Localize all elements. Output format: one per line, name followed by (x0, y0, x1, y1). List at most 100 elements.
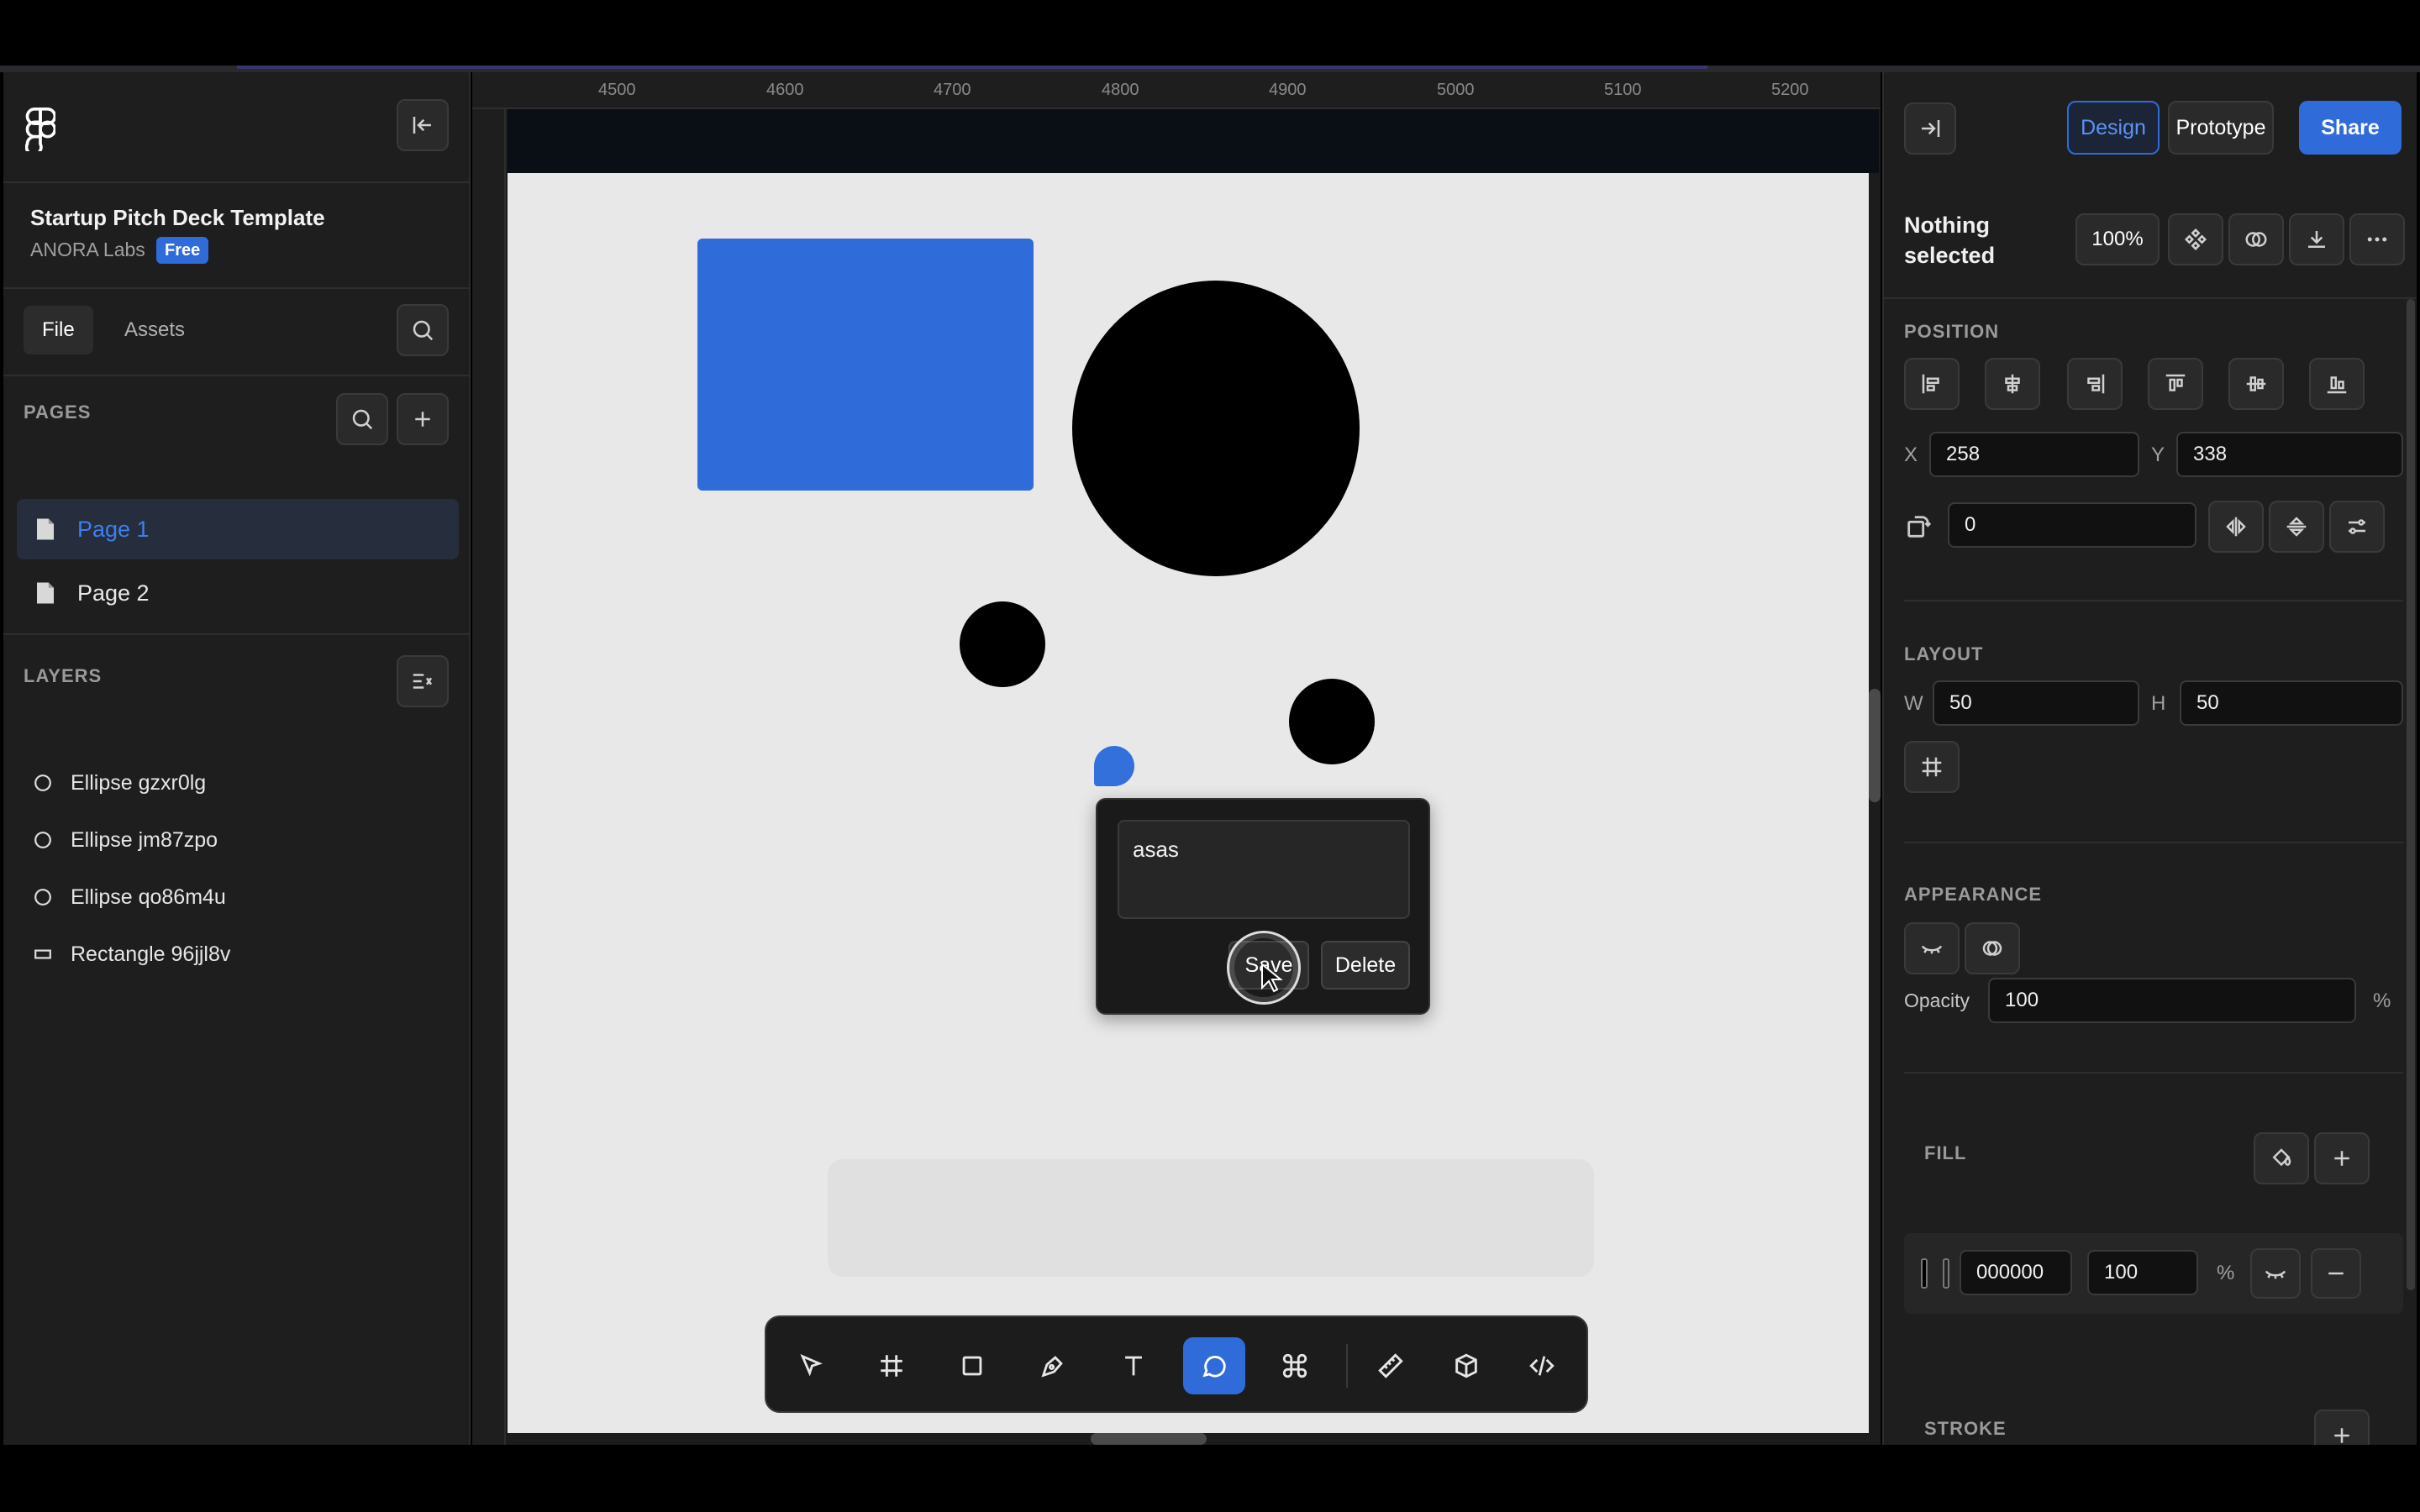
height-input[interactable]: 50 (2180, 680, 2403, 726)
vertical-scrollbar[interactable] (1869, 689, 1881, 802)
divider (1904, 600, 2403, 601)
visibility-toggle-button[interactable] (1904, 922, 1960, 974)
design-tab-button[interactable]: Design (2067, 101, 2160, 155)
fill-style-button[interactable] (2254, 1132, 2309, 1184)
share-button[interactable]: Share (2299, 101, 2402, 155)
rotation-input[interactable]: 0 (1948, 502, 2196, 548)
search-button[interactable] (397, 304, 449, 356)
page-icon (37, 582, 54, 604)
collapse-right-icon (1922, 120, 1940, 137)
command-tool-button[interactable] (1264, 1337, 1326, 1394)
right-sidebar: Design Prototype Share Nothing selected … (1882, 72, 2417, 1445)
minus-icon (2328, 1272, 2344, 1275)
select-tool-button[interactable] (780, 1337, 842, 1394)
ellipse-shape-small[interactable] (1289, 679, 1375, 764)
more-options-button[interactable] (2349, 213, 2405, 265)
align-center-v-button[interactable] (2228, 358, 2284, 410)
pages-section-label: PAGES (24, 402, 92, 423)
app-logo-icon[interactable] (25, 108, 67, 166)
align-center-h-button[interactable] (1985, 358, 2040, 410)
left-ruler (472, 109, 506, 1445)
opacity-input[interactable]: 100 (1988, 978, 2356, 1023)
comment-icon (1202, 1356, 1226, 1378)
appearance-section-label: APPEARANCE (1904, 884, 2043, 905)
page-item-page-2[interactable]: Page 2 (17, 563, 459, 623)
sliders-icon (2349, 519, 2365, 534)
eye-closed-icon (1921, 945, 1943, 954)
ruler-tick: 4800 (1102, 81, 1139, 99)
add-fill-button[interactable] (2314, 1132, 2370, 1184)
comment-tool-button[interactable] (1183, 1337, 1245, 1394)
project-title[interactable]: Startup Pitch Deck Template (30, 205, 325, 231)
list-collapse-icon (413, 674, 433, 689)
export-button[interactable] (2289, 213, 2344, 265)
text-tool-button[interactable] (1102, 1337, 1165, 1394)
fill-hex-input[interactable]: 000000 (1960, 1250, 2072, 1295)
divider (3, 633, 471, 635)
width-input[interactable]: 50 (1933, 680, 2139, 726)
layer-item[interactable]: Rectangle 96jjl8v (32, 937, 230, 971)
plus-icon (415, 412, 430, 427)
align-left-button[interactable] (1904, 358, 1960, 410)
boolean-button[interactable] (2228, 213, 2284, 265)
align-right-button[interactable] (2067, 358, 2123, 410)
panel-scrollbar[interactable] (2407, 299, 2415, 1290)
transform-options-button[interactable] (2329, 501, 2385, 553)
frame-tool-button[interactable] (860, 1337, 923, 1394)
align-top-button[interactable] (2148, 358, 2203, 410)
align-center-horizontal-icon (2005, 374, 2020, 394)
flip-horizontal-button[interactable] (2208, 501, 2264, 553)
prototype-tab-button[interactable]: Prototype (2168, 101, 2274, 155)
fill-color-swatch-alt[interactable] (1943, 1258, 1949, 1289)
expand-panel-button[interactable] (1904, 102, 1956, 155)
ellipse-shape-small[interactable] (960, 601, 1045, 687)
component-button[interactable] (2168, 213, 2223, 265)
remove-fill-button[interactable] (2311, 1248, 2361, 1299)
flip-vertical-button[interactable] (2269, 501, 2324, 553)
tab-assets[interactable]: Assets (106, 306, 203, 354)
code-tool-button[interactable] (1511, 1337, 1573, 1394)
add-page-button[interactable] (397, 393, 449, 445)
rectangle-tool-button[interactable] (941, 1337, 1003, 1394)
ellipse-shape-large[interactable] (1072, 281, 1360, 576)
layer-item[interactable]: Ellipse jm87zpo (32, 823, 218, 857)
3d-tool-button[interactable] (1435, 1337, 1497, 1394)
opacity-label: Opacity (1904, 990, 1970, 1011)
position-section-label: POSITION (1904, 321, 2000, 342)
layer-item[interactable]: Ellipse gzxr0lg (32, 766, 206, 800)
screen-top-bar (0, 0, 2420, 67)
layer-item[interactable]: Ellipse qo86m4u (32, 880, 226, 914)
ruler-tick: 4500 (598, 81, 636, 99)
fill-color-swatch[interactable] (1921, 1258, 1928, 1289)
opacity-unit: % (2373, 990, 2391, 1012)
frame-icon (1922, 757, 1942, 777)
flip-horizontal-icon (2226, 517, 2246, 537)
y-input[interactable]: 338 (2176, 432, 2403, 477)
pen-tool-button[interactable] (1022, 1337, 1084, 1394)
video-controls-overlay (828, 1159, 1594, 1277)
align-bottom-button[interactable] (2309, 358, 2365, 410)
blend-mode-button[interactable] (1965, 922, 2020, 974)
comment-pin[interactable] (1094, 746, 1134, 786)
layers-options-button[interactable] (397, 655, 449, 707)
tab-file[interactable]: File (24, 306, 93, 354)
frame-layout-button[interactable] (1904, 741, 1960, 793)
rectangle-shape[interactable] (697, 239, 1034, 491)
page-item-page-1[interactable]: Page 1 (17, 499, 459, 559)
horizontal-scrollbar[interactable] (1091, 1433, 1207, 1445)
collapse-sidebar-button[interactable] (397, 99, 449, 151)
fill-opacity-input[interactable]: 100 (2087, 1250, 2198, 1295)
add-stroke-button[interactable] (2314, 1410, 2370, 1445)
search-pages-button[interactable] (336, 393, 388, 445)
fill-section-label: FILL (1924, 1142, 1967, 1163)
layout-section-label: LAYOUT (1904, 643, 1984, 664)
zoom-button[interactable]: 100% (2075, 213, 2160, 265)
selection-status: Nothing selected (1904, 213, 1996, 268)
code-icon (1529, 1356, 1555, 1376)
x-input[interactable]: 258 (1929, 432, 2139, 477)
ruler-tool-button[interactable] (1360, 1337, 1422, 1394)
flip-vertical-icon (2286, 517, 2307, 537)
fill-visibility-button[interactable] (2250, 1248, 2301, 1299)
delete-comment-button[interactable]: Delete (1321, 941, 1410, 990)
comment-textarea[interactable]: asas (1118, 820, 1410, 919)
